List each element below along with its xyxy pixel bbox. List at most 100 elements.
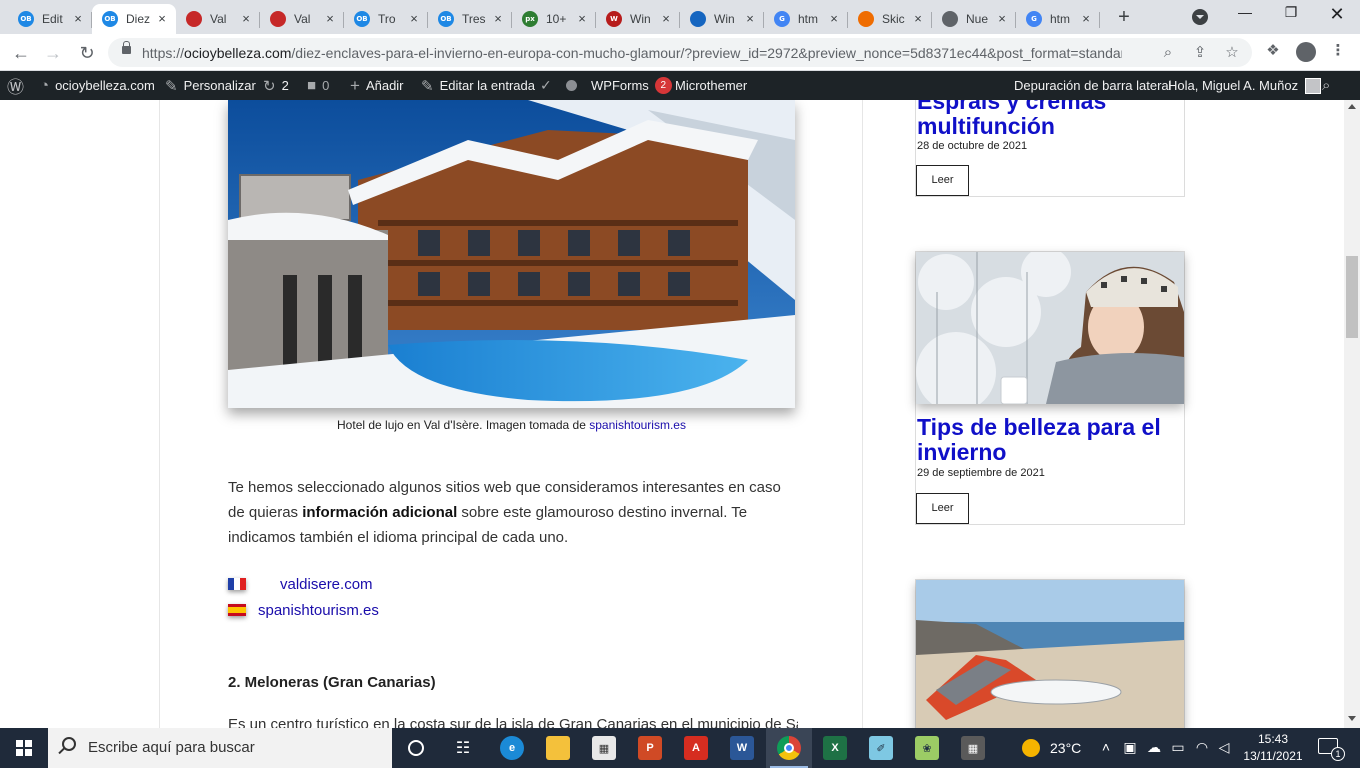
taskbar-clock[interactable]: 15:43 13/11/2021 — [1238, 731, 1308, 765]
chrome-menu-icon[interactable]: ⋮ — [1328, 41, 1348, 61]
browser-tab[interactable]: W Win × — [596, 4, 680, 34]
weather-widget[interactable]: 23°C — [1022, 728, 1081, 768]
tab-close-icon[interactable]: × — [742, 11, 758, 27]
tab-close-icon[interactable]: × — [826, 11, 842, 27]
site-name-link[interactable]: ◔ ocioybelleza.com — [40, 71, 155, 100]
browser-tab[interactable]: Val × — [260, 4, 344, 34]
powerpoint-icon[interactable]: P — [627, 728, 673, 768]
browser-tab[interactable]: Win × — [680, 4, 764, 34]
browser-tab[interactable]: OB Edit × — [8, 4, 92, 34]
reload-icon[interactable]: ↻ — [74, 40, 100, 66]
acrobat-icon[interactable]: A — [673, 728, 719, 768]
paint-icon[interactable]: ❀ — [904, 728, 950, 768]
tab-close-icon[interactable]: × — [154, 11, 170, 27]
scroll-up-arrow-icon[interactable] — [1348, 104, 1356, 109]
scrollbar-thumb[interactable] — [1346, 256, 1358, 338]
notification-center-icon[interactable]: 1 — [1318, 738, 1345, 761]
tab-close-icon[interactable]: × — [658, 11, 674, 27]
new-tab-button[interactable]: + — [1112, 7, 1136, 28]
tray-chevron-icon[interactable]: ˄ — [1096, 739, 1116, 755]
customize-link[interactable]: ✎ Personalizar — [165, 71, 256, 100]
scroll-down-arrow-icon[interactable] — [1348, 716, 1356, 721]
edge-icon[interactable]: e — [489, 728, 535, 768]
tab-close-icon[interactable]: × — [574, 11, 590, 27]
tab-title: Diez — [126, 12, 151, 26]
calculator-icon[interactable]: ▦ — [950, 728, 996, 768]
updates-link[interactable]: ↻ 2 — [263, 71, 289, 100]
windows-start-button[interactable] — [0, 728, 48, 768]
tab-close-icon[interactable]: × — [910, 11, 926, 27]
browser-tab[interactable]: px 10+ × — [512, 4, 596, 34]
wpforms-link[interactable]: WPForms 2 — [591, 71, 672, 100]
windows-taskbar: Escribe aquí para buscar ☷ e ▦ P A W X ✐… — [0, 728, 1360, 768]
chrome-icon[interactable] — [766, 728, 812, 768]
browser-tab[interactable]: OB Tro × — [344, 4, 428, 34]
tab-close-icon[interactable]: × — [1078, 11, 1094, 27]
notepad-icon[interactable]: ✐ — [858, 728, 904, 768]
share-icon[interactable]: ⇪ — [1190, 43, 1210, 63]
browser-tab[interactable]: Nue × — [932, 4, 1016, 34]
browser-tab[interactable]: Val × — [176, 4, 260, 34]
meet-now-icon[interactable]: ▣ — [1120, 739, 1140, 756]
comment-icon: ■ — [307, 77, 317, 94]
zoom-icon[interactable]: ⌕ — [1158, 43, 1178, 63]
tab-search-icon[interactable] — [1192, 9, 1208, 25]
battery-icon[interactable]: ▭ — [1168, 739, 1188, 756]
valdisere-link[interactable]: valdisere.com — [280, 576, 373, 593]
browser-tab[interactable]: Ghtm × — [1016, 4, 1100, 34]
word-icon[interactable]: W — [719, 728, 765, 768]
browser-tab[interactable]: OB Diez × — [92, 4, 176, 34]
forward-arrow-icon[interactable]: → — [40, 40, 66, 66]
read-more-button[interactable]: Leer — [916, 165, 969, 196]
page-scrollbar[interactable] — [1344, 100, 1360, 728]
tab-close-icon[interactable]: × — [70, 11, 86, 27]
bookmark-star-icon[interactable]: ☆ — [1222, 43, 1242, 63]
card-title[interactable]: Esprais y cremas multifunción — [917, 100, 1184, 139]
excel-icon[interactable]: X — [812, 728, 858, 768]
yoast-icon[interactable]: ✓ — [540, 71, 558, 100]
tab-close-icon[interactable]: × — [490, 11, 506, 27]
wordpress-logo-icon[interactable]: Ⓦ — [7, 71, 30, 100]
file-explorer-icon[interactable] — [535, 728, 581, 768]
taskbar-search-box[interactable]: Escribe aquí para buscar — [48, 728, 392, 768]
back-arrow-icon[interactable]: ← — [8, 40, 34, 66]
user-greeting[interactable]: Hola, Miguel A. Muñoz — [1168, 71, 1322, 100]
profile-avatar[interactable] — [1296, 42, 1316, 62]
comments-link[interactable]: ■ 0 — [307, 71, 329, 100]
status-dot-icon[interactable] — [566, 71, 577, 100]
admin-search-icon[interactable]: ⌕ — [1322, 71, 1336, 100]
address-bar[interactable]: https://ocioybelleza.com/diez-enclaves-p… — [108, 38, 1252, 67]
caption-link[interactable]: spanishtourism.es — [589, 418, 686, 432]
notification-count: 1 — [1331, 747, 1345, 761]
onedrive-icon[interactable]: ☁ — [1144, 739, 1164, 756]
tab-close-icon[interactable]: × — [994, 11, 1010, 27]
browser-tab[interactable]: OB Tres × — [428, 4, 512, 34]
woman-in-snow-image[interactable] — [916, 252, 1184, 404]
windsurf-beach-image[interactable] — [916, 580, 1184, 728]
spanishtourism-link[interactable]: spanishtourism.es — [258, 602, 379, 619]
hotel-hero-image — [228, 100, 795, 408]
lock-icon[interactable] — [122, 41, 131, 54]
minimize-button[interactable]: — — [1222, 4, 1268, 26]
volume-icon[interactable]: ◁ — [1214, 739, 1234, 756]
cortana-icon[interactable] — [393, 728, 439, 768]
url-text[interactable]: https://ocioybelleza.com/diez-enclaves-p… — [142, 45, 1122, 61]
edit-post-link[interactable]: ✎ Editar la entrada — [421, 71, 535, 100]
browser-tab[interactable]: Ghtm × — [764, 4, 848, 34]
wifi-icon[interactable]: ◠ — [1192, 739, 1212, 756]
restore-button[interactable]: ❐ — [1268, 4, 1314, 26]
sidebar-debug-link[interactable]: Depuración de barra lateral — [1014, 71, 1172, 100]
store-icon[interactable]: ▦ — [581, 728, 627, 768]
tab-title: Tro — [378, 12, 396, 26]
extensions-puzzle-icon[interactable]: ❖ — [1263, 41, 1283, 61]
close-window-button[interactable]: ✕ — [1314, 4, 1360, 26]
card-title[interactable]: Tips de belleza para el invierno — [917, 415, 1184, 465]
tab-close-icon[interactable]: × — [406, 11, 422, 27]
browser-tab[interactable]: Skic × — [848, 4, 932, 34]
read-more-button[interactable]: Leer — [916, 493, 969, 524]
task-view-icon[interactable]: ☷ — [440, 728, 486, 768]
tab-close-icon[interactable]: × — [322, 11, 338, 27]
microthemer-link[interactable]: Microthemer — [675, 71, 747, 100]
tab-close-icon[interactable]: × — [238, 11, 254, 27]
add-new-link[interactable]: + Añadir — [350, 71, 404, 100]
